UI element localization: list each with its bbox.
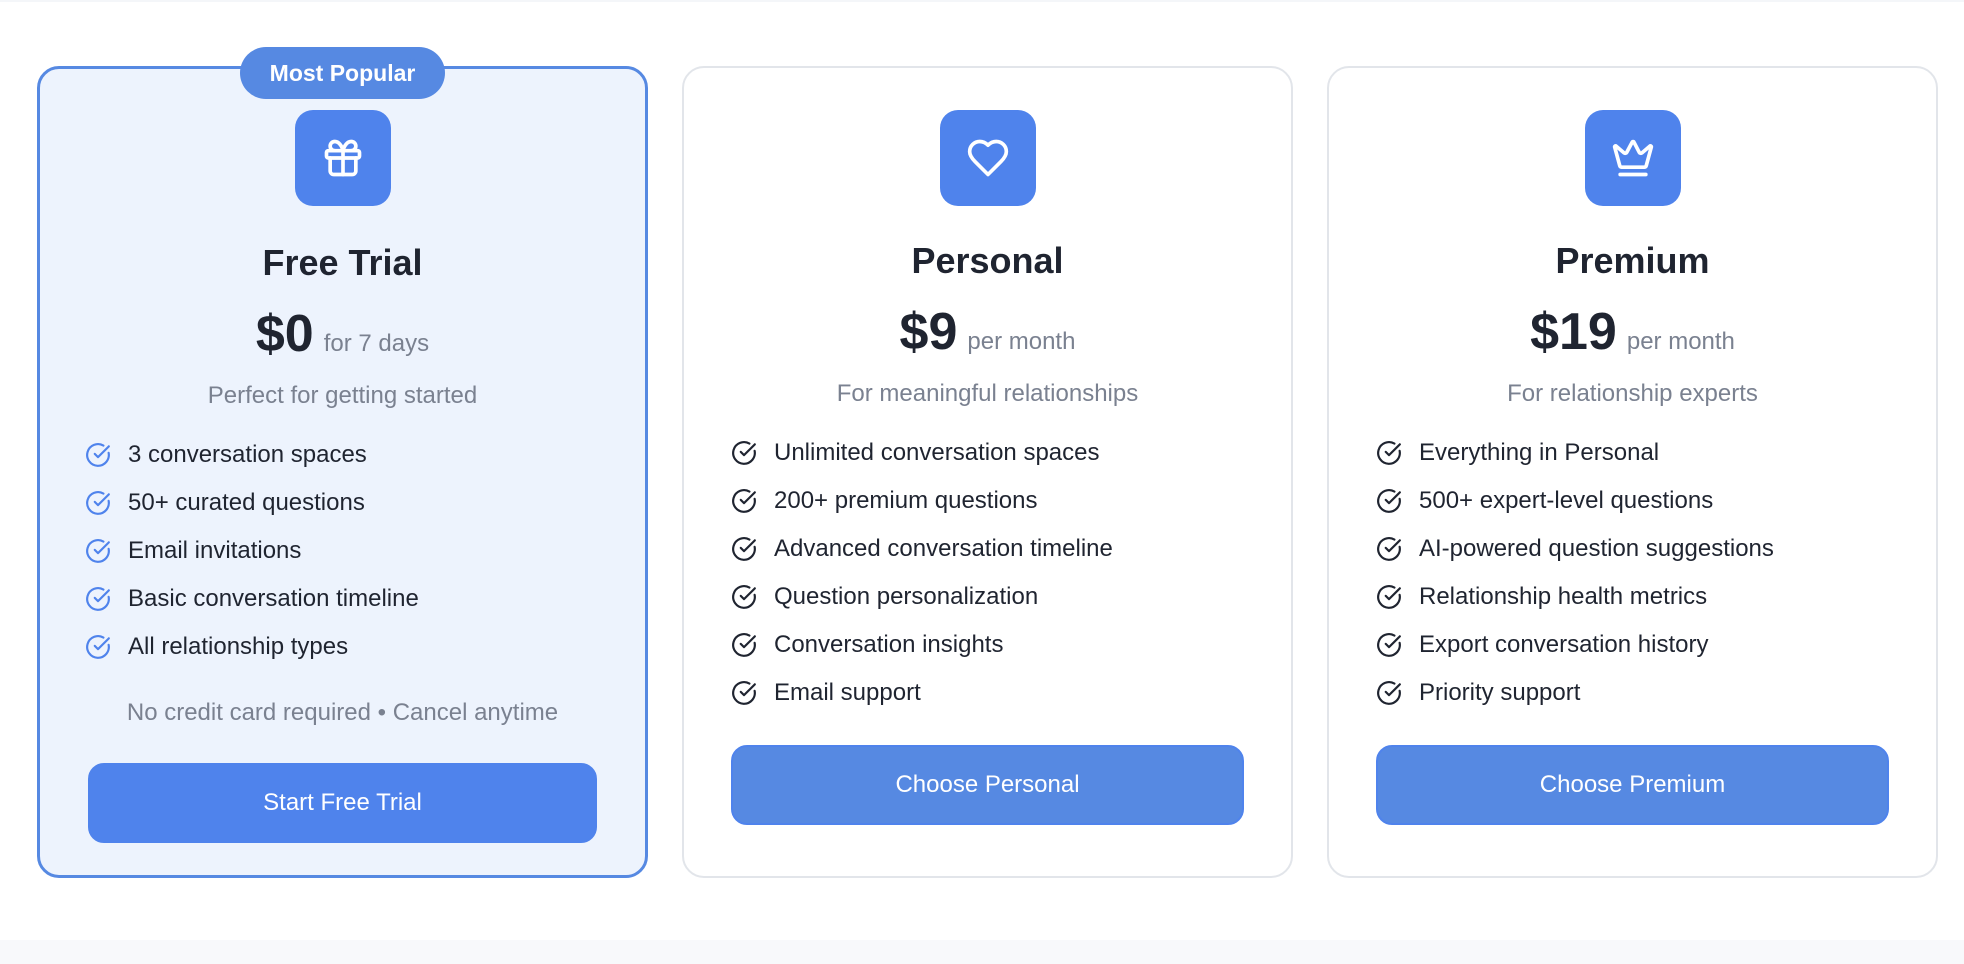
feature-item: 200+ premium questions	[731, 477, 1113, 525]
feature-list: 3 conversation spaces 50+ curated questi…	[85, 431, 419, 671]
trial-note: No credit card required • Cancel anytime	[126, 699, 559, 726]
feature-label: Conversation insights	[774, 631, 1004, 658]
feature-label: Email invitations	[128, 537, 302, 564]
feature-item: Everything in Personal	[1376, 429, 1774, 477]
feature-label: AI-powered question suggestions	[1419, 535, 1774, 562]
feature-item: Basic conversation timeline	[85, 575, 419, 623]
feature-item: Relationship health metrics	[1376, 573, 1774, 621]
check-circle-icon	[1376, 680, 1402, 706]
plan-name: Free Trial	[262, 242, 423, 283]
feature-item: 500+ expert-level questions	[1376, 477, 1774, 525]
plan-tagline: For relationship experts	[1507, 380, 1758, 407]
feature-item: Priority support	[1376, 669, 1774, 717]
check-circle-icon	[731, 680, 757, 706]
plan-price: $19	[1530, 303, 1617, 361]
plan-period: per month	[967, 328, 1076, 355]
most-popular-badge: Most Popular	[240, 47, 445, 99]
feature-item: Conversation insights	[731, 621, 1113, 669]
plan-name: Premium	[1555, 240, 1710, 281]
check-circle-icon	[731, 488, 757, 514]
feature-item: 3 conversation spaces	[85, 431, 419, 479]
heart-icon	[939, 110, 1036, 206]
feature-label: Export conversation history	[1419, 631, 1709, 658]
feature-item: Question personalization	[731, 573, 1113, 621]
check-circle-icon	[85, 586, 111, 612]
feature-label: Question personalization	[774, 583, 1039, 610]
feature-label: All relationship types	[128, 633, 349, 660]
price-row: $19 per month	[1329, 302, 1936, 362]
feature-item: Unlimited conversation spaces	[731, 429, 1113, 477]
price-row: $9 per month	[684, 302, 1291, 362]
feature-item: Export conversation history	[1376, 621, 1774, 669]
check-circle-icon	[1376, 488, 1402, 514]
check-circle-icon	[731, 584, 757, 610]
start-free-trial-button[interactable]: Start Free Trial	[88, 763, 597, 843]
check-circle-icon	[731, 536, 757, 562]
crown-icon	[1584, 110, 1681, 206]
feature-item: Email support	[731, 669, 1113, 717]
feature-list: Unlimited conversation spaces 200+ premi…	[731, 429, 1113, 717]
plan-period: per month	[1626, 328, 1735, 355]
feature-label: Unlimited conversation spaces	[774, 439, 1100, 466]
check-circle-icon	[1376, 440, 1402, 466]
plan-name: Personal	[911, 240, 1064, 281]
plan-tagline: For meaningful relationships	[836, 380, 1139, 407]
feature-item: 50+ curated questions	[85, 479, 419, 527]
top-divider	[0, 0, 1964, 2]
choose-premium-button[interactable]: Choose Premium	[1376, 745, 1889, 825]
plan-card-personal: Personal $9 per month For meaningful rel…	[682, 66, 1293, 878]
check-circle-icon	[85, 538, 111, 564]
feature-label: Email support	[774, 679, 921, 706]
check-circle-icon	[1376, 632, 1402, 658]
plan-price: $0	[255, 305, 314, 363]
feature-label: 3 conversation spaces	[128, 441, 367, 468]
feature-label: Basic conversation timeline	[128, 585, 419, 612]
feature-label: Advanced conversation timeline	[774, 535, 1113, 562]
feature-item: AI-powered question suggestions	[1376, 525, 1774, 573]
feature-item: Email invitations	[85, 527, 419, 575]
plan-tagline: Perfect for getting started	[207, 382, 478, 409]
feature-label: Everything in Personal	[1419, 439, 1660, 466]
check-circle-icon	[731, 632, 757, 658]
feature-list: Everything in Personal 500+ expert-level…	[1376, 429, 1774, 717]
check-circle-icon	[85, 634, 111, 660]
next-section-background	[0, 940, 1964, 964]
gift-icon	[294, 110, 391, 206]
plan-card-premium: Premium $19 per month For relationship e…	[1327, 66, 1938, 878]
feature-label: 200+ premium questions	[774, 487, 1038, 514]
feature-item: All relationship types	[85, 623, 419, 671]
feature-label: 50+ curated questions	[128, 489, 365, 516]
plan-card-free-trial: Most Popular Free Trial $0 for 7 days Pe…	[37, 47, 648, 878]
check-circle-icon	[731, 440, 757, 466]
check-circle-icon	[1376, 584, 1402, 610]
choose-personal-button[interactable]: Choose Personal	[731, 745, 1244, 825]
check-circle-icon	[1376, 536, 1402, 562]
price-row: $0 for 7 days	[40, 304, 645, 364]
check-circle-icon	[85, 490, 111, 516]
feature-label: Relationship health metrics	[1419, 583, 1708, 610]
check-circle-icon	[85, 442, 111, 468]
feature-label: Priority support	[1419, 679, 1581, 706]
plan-price: $9	[899, 303, 958, 361]
plan-period: for 7 days	[323, 330, 430, 357]
feature-item: Advanced conversation timeline	[731, 525, 1113, 573]
feature-label: 500+ expert-level questions	[1419, 487, 1714, 514]
